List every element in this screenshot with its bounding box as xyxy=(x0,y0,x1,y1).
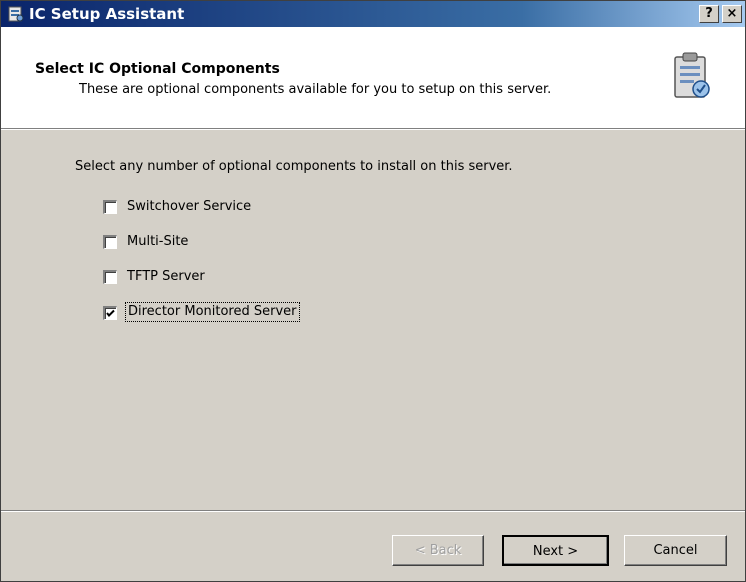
page-subtitle: These are optional components available … xyxy=(79,82,552,97)
option-label: Switchover Service xyxy=(127,199,252,214)
setup-window: IC Setup Assistant ? × Select IC Optiona… xyxy=(0,0,746,582)
page-title: Select IC Optional Components xyxy=(35,61,280,77)
setup-clipboard-icon xyxy=(674,52,710,98)
option-label: TFTP Server xyxy=(127,269,205,284)
instruction-text: Select any number of optional components… xyxy=(75,159,513,174)
next-button[interactable]: Next > xyxy=(502,535,609,566)
checkmark-icon xyxy=(106,309,115,317)
back-button[interactable]: < Back xyxy=(392,535,484,566)
checkbox[interactable] xyxy=(103,235,117,249)
header-divider xyxy=(1,129,745,130)
checkbox[interactable] xyxy=(103,270,117,284)
option-label: Multi-Site xyxy=(127,234,189,249)
wizard-header: Select IC Optional Components These are … xyxy=(1,27,745,129)
footer-divider xyxy=(1,510,745,512)
close-button[interactable]: × xyxy=(722,5,742,23)
help-button[interactable]: ? xyxy=(699,5,719,23)
window-title: IC Setup Assistant xyxy=(29,5,185,23)
checkbox[interactable] xyxy=(103,200,117,214)
cancel-button[interactable]: Cancel xyxy=(624,535,727,566)
title-bar[interactable]: IC Setup Assistant ? × xyxy=(1,1,745,27)
setup-app-icon xyxy=(8,6,24,22)
checkbox-checked[interactable] xyxy=(103,306,117,320)
option-label: Director Monitored Server xyxy=(125,302,300,322)
